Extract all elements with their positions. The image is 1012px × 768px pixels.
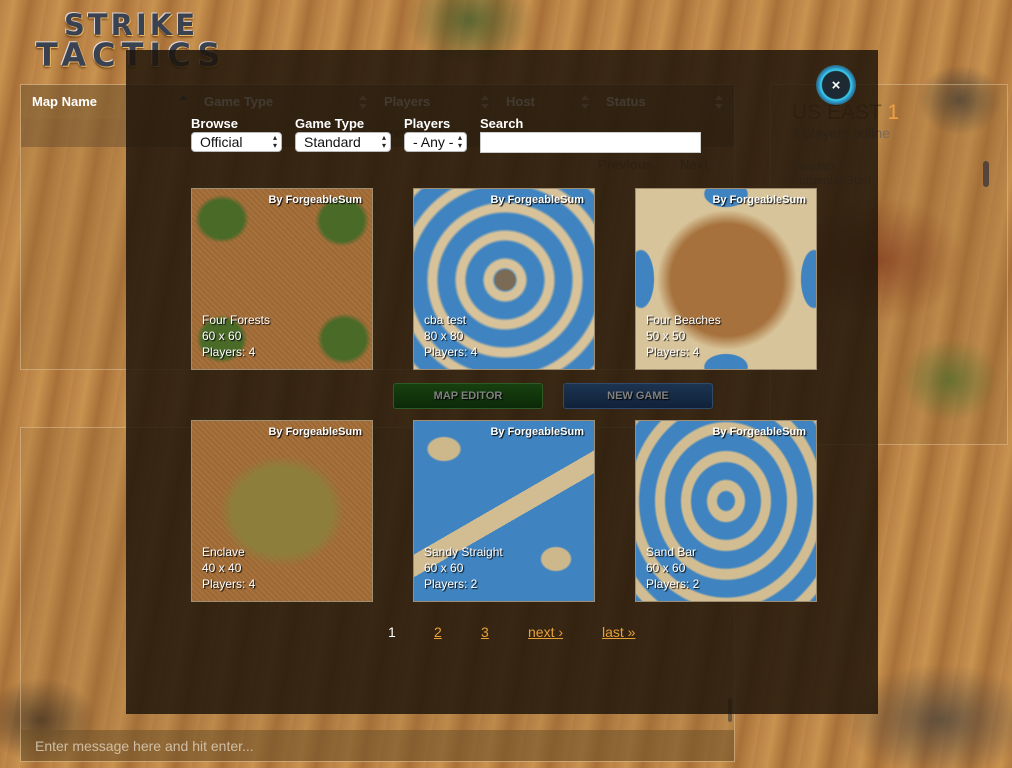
map-author: By ForgeableSum	[268, 426, 362, 438]
next-page-link[interactable]: next ›	[528, 624, 563, 640]
search-filter: Search	[480, 116, 701, 153]
map-browser-modal: Browse Official Game Type Standard Playe…	[126, 50, 878, 714]
map-author: By ForgeableSum	[712, 426, 806, 438]
map-size: 60 x 60	[424, 561, 464, 575]
map-info: Enclave 40 x 40 Players: 4	[202, 544, 255, 592]
map-players: Players: 2	[424, 577, 478, 591]
map-players: Players: 4	[424, 345, 478, 359]
browse-select[interactable]: Official	[191, 132, 282, 152]
current-page: 1	[388, 624, 396, 640]
map-info: Sandy Straight 60 x 60 Players: 2	[424, 544, 503, 592]
last-page-link[interactable]: last »	[602, 624, 635, 640]
map-author: By ForgeableSum	[490, 194, 584, 206]
user-list-scrollbar[interactable]	[983, 161, 989, 187]
map-author: By ForgeableSum	[490, 426, 584, 438]
map-name: Sand Bar	[646, 545, 697, 559]
players-select[interactable]: - Any -	[404, 132, 467, 152]
map-editor-button[interactable]: MAP EDITOR	[393, 383, 543, 409]
map-card[interactable]: By ForgeableSum Four Beaches 50 x 50 Pla…	[635, 188, 817, 370]
game-type-filter: Game Type Standard	[295, 116, 391, 152]
server-number: 1	[887, 101, 900, 124]
close-icon: ×	[831, 76, 841, 94]
page-link-3[interactable]: 3	[481, 624, 489, 640]
map-name: Four Forests	[202, 313, 271, 327]
map-players: Players: 4	[202, 345, 256, 359]
map-info: Sand Bar 60 x 60 Players: 2	[646, 544, 699, 592]
browse-filter: Browse Official	[191, 116, 282, 152]
map-card[interactable]: By ForgeableSum cba test 80 x 80 Players…	[413, 188, 595, 370]
map-size: 40 x 40	[202, 561, 242, 575]
search-input[interactable]	[480, 132, 701, 153]
map-name: Enclave	[202, 545, 245, 559]
map-info: Four Beaches 50 x 50 Players: 4	[646, 312, 721, 360]
map-card[interactable]: By ForgeableSum Four Forests 60 x 60 Pla…	[191, 188, 373, 370]
map-info: Four Forests 60 x 60 Players: 4	[202, 312, 270, 360]
map-size: 60 x 60	[646, 561, 686, 575]
game-type-select[interactable]: Standard	[295, 132, 391, 152]
search-label: Search	[480, 116, 524, 131]
map-size: 60 x 60	[202, 329, 242, 343]
close-modal-button[interactable]: ×	[816, 65, 856, 105]
players-filter: Players - Any -	[404, 116, 467, 152]
map-name: Sandy Straight	[424, 545, 503, 559]
map-name: Four Beaches	[646, 313, 721, 327]
map-info: cba test 80 x 80 Players: 4	[424, 312, 477, 360]
browse-label: Browse	[191, 116, 238, 131]
map-players: Players: 2	[646, 577, 700, 591]
players-label: Players	[404, 116, 451, 131]
game-type-label: Game Type	[295, 116, 365, 131]
map-size: 50 x 50	[646, 329, 686, 343]
map-name: cba test	[424, 313, 467, 327]
map-size: 80 x 80	[424, 329, 464, 343]
map-players: Players: 4	[202, 577, 256, 591]
page-link-2[interactable]: 2	[434, 624, 442, 640]
map-card[interactable]: By ForgeableSum Sand Bar 60 x 60 Players…	[635, 420, 817, 602]
map-card[interactable]: By ForgeableSum Enclave 40 x 40 Players:…	[191, 420, 373, 602]
map-author: By ForgeableSum	[712, 194, 806, 206]
map-players: Players: 4	[646, 345, 700, 359]
chat-message-input[interactable]	[21, 730, 734, 761]
map-author: By ForgeableSum	[268, 194, 362, 206]
map-card[interactable]: By ForgeableSum Sandy Straight 60 x 60 P…	[413, 420, 595, 602]
new-game-button[interactable]: NEW GAME	[563, 383, 713, 409]
